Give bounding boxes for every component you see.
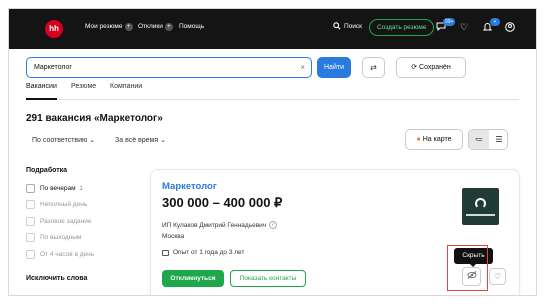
- search-tabs: Вакансии Резюме Компании: [26, 83, 519, 100]
- filter-weekends[interactable]: По выходным: [26, 230, 141, 247]
- heart-icon[interactable]: ♡: [460, 22, 468, 33]
- header-search-link[interactable]: Поиск: [333, 22, 362, 30]
- plus-icon: +: [164, 23, 173, 31]
- user-icon[interactable]: [505, 22, 515, 34]
- filter-label: По вечерам: [40, 184, 76, 192]
- vacancy-title-link[interactable]: Маркетолог: [162, 181, 217, 192]
- plus-icon: +: [124, 23, 133, 31]
- search-input-value: Маркетолог: [34, 64, 72, 71]
- chevron-down-icon: ⌄: [160, 137, 166, 144]
- create-resume-button[interactable]: Создать резюме: [369, 19, 435, 36]
- list-view-icon[interactable]: ≔: [469, 130, 489, 149]
- checkbox[interactable]: [26, 200, 35, 210]
- verified-check-icon: ✓: [269, 221, 278, 229]
- nav-responses-label: Отклики: [138, 23, 163, 30]
- filter-label: По выходным: [40, 234, 82, 242]
- sidebar-title: Подработка: [26, 167, 68, 174]
- apply-button[interactable]: Откликнуться: [162, 270, 224, 287]
- map-button-label: На карте: [422, 136, 452, 143]
- clear-icon[interactable]: ×: [300, 58, 305, 77]
- filters-sidebar: Подработка По вечерам 1 Неполный день Ра…: [26, 167, 141, 288]
- tab-resumes[interactable]: Резюме: [71, 83, 96, 100]
- employer-name: ИП Кулаков Дмитрий Геннадьевич: [162, 221, 267, 229]
- exclude-words-title: Исключить слова: [26, 274, 88, 282]
- vacancy-experience: Опыт от 1 года до 3 лет: [162, 249, 244, 256]
- sort-select[interactable]: По соответствию ⌄: [32, 136, 95, 144]
- filter-label: Неполный день: [40, 201, 88, 209]
- saved-search-label: Сохранён: [419, 64, 451, 71]
- sliders-icon: ⇄: [370, 63, 377, 72]
- hh-logo[interactable]: hh: [45, 20, 63, 38]
- search-icon: [333, 22, 341, 30]
- nav-my-resumes-label: Мои резюме: [85, 23, 123, 30]
- save-icon: ⟳: [411, 64, 420, 71]
- results-title: 291 вакансия «Маркетолог»: [26, 113, 163, 124]
- view-toggle: ≔ ☰: [468, 129, 508, 150]
- company-logo-wordmark: [466, 214, 495, 216]
- map-pin-icon: ●: [416, 136, 421, 143]
- header-search-label: Поиск: [344, 22, 363, 30]
- nav-help[interactable]: Помощь: [179, 23, 204, 30]
- filter-label: Разовое задание: [40, 217, 92, 225]
- compact-view-icon[interactable]: ☰: [489, 130, 507, 149]
- checkbox[interactable]: [26, 216, 35, 226]
- nav-responses[interactable]: Отклики +: [138, 23, 173, 31]
- vacancy-salary: 300 000 – 400 000 ₽: [162, 195, 283, 210]
- find-button[interactable]: Найти: [317, 57, 351, 78]
- top-navigation: hh Мои резюме + Отклики + Помощь Поиск Соз…: [9, 9, 536, 49]
- company-logo-mark: [475, 198, 486, 209]
- filter-count: 1: [79, 184, 83, 192]
- notification-badge: +: [490, 18, 500, 26]
- tab-companies[interactable]: Компании: [110, 83, 142, 100]
- checkbox[interactable]: [26, 249, 35, 259]
- period-select-value: За всё время: [115, 137, 159, 144]
- saved-search-button[interactable]: ⟳ Сохранён: [396, 57, 466, 78]
- filter-evenings[interactable]: По вечерам 1: [26, 180, 141, 197]
- filter-one-time-task[interactable]: Разовое задание: [26, 213, 141, 230]
- browser-frame: hh Мои резюме + Отклики + Помощь Поиск Соз…: [8, 8, 537, 296]
- sort-select-value: По соответствию: [32, 137, 88, 144]
- heart-icon: ♡: [493, 272, 502, 281]
- search-input[interactable]: Маркетолог ×: [26, 57, 312, 78]
- filters-button[interactable]: ⇄: [362, 57, 385, 78]
- experience-label: Опыт от 1 года до 3 лет: [173, 249, 245, 256]
- nav-my-resumes[interactable]: Мои резюме +: [85, 23, 133, 31]
- nav-help-label: Помощь: [179, 23, 205, 30]
- filter-label: От 4 часов в день: [40, 250, 95, 258]
- chat-count-badge: 99+: [443, 18, 456, 26]
- vacancy-city: Москва: [162, 233, 185, 240]
- checkbox[interactable]: [26, 233, 35, 243]
- checkbox[interactable]: [26, 183, 35, 193]
- company-logo[interactable]: [462, 188, 499, 225]
- briefcase-icon: [162, 249, 169, 256]
- employer-link[interactable]: ИП Кулаков Дмитрий Геннадьевич ✓: [162, 221, 278, 229]
- filter-4-hours[interactable]: От 4 часов в день: [26, 246, 141, 263]
- favorite-button[interactable]: ♡: [489, 268, 506, 285]
- show-contacts-button[interactable]: Показать контакты: [230, 270, 306, 287]
- period-select[interactable]: За всё время ⌄: [115, 136, 166, 144]
- map-button[interactable]: ● На карте: [405, 129, 463, 150]
- chevron-down-icon: ⌄: [89, 137, 96, 144]
- highlight-box: [447, 245, 488, 291]
- tab-vacancies[interactable]: Вакансии: [26, 83, 57, 100]
- filter-part-time[interactable]: Неполный день: [26, 197, 141, 214]
